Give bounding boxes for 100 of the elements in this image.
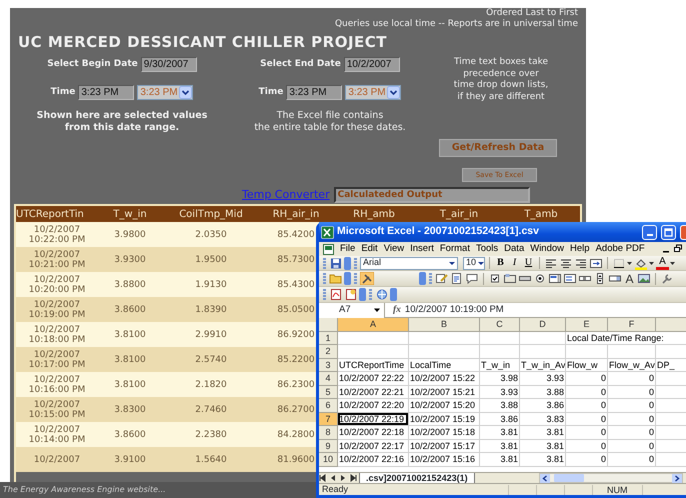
spreadsheet-cell[interactable]: 3.81 <box>520 440 566 453</box>
spreadsheet-cell[interactable]: 3.88 <box>520 386 566 399</box>
date-field[interactable]: 9/30/2007 <box>140 57 197 72</box>
spreadsheet-cell[interactable]: 10/2/2007 22:22 <box>338 372 409 386</box>
spreadsheet-cell[interactable]: 3.93 <box>480 386 520 399</box>
spreadsheet-cell[interactable]: 0 <box>608 453 656 466</box>
spreadsheet-cell[interactable]: 3.81 <box>480 453 520 466</box>
underline-button[interactable]: U <box>522 256 535 270</box>
table-cell: 85.7300 <box>277 254 315 264</box>
row-number[interactable]: 9 <box>319 440 338 453</box>
spreadsheet-cell[interactable]: 3.81 <box>480 440 520 453</box>
spreadsheet-cell[interactable]: 10/2/2007 15:18 <box>409 426 480 440</box>
spreadsheet-cell[interactable]: 3.98 <box>480 372 520 386</box>
spreadsheet-cell[interactable]: UTCReportTime <box>338 358 409 372</box>
date-field[interactable]: 10/2/2007 <box>344 57 400 72</box>
table-cell: 86.2700 <box>277 404 315 414</box>
spreadsheet-cell[interactable]: 3.81 <box>520 426 566 440</box>
spreadsheet-cell[interactable]: 10/2/2007 22:19 <box>338 412 409 426</box>
menu-item[interactable]: Adobe PDF <box>596 242 645 256</box>
spreadsheet-cell[interactable]: 10/2/2007 22:18 <box>338 426 409 440</box>
column-header[interactable]: F <box>608 318 656 332</box>
row-number[interactable]: 6 <box>319 399 338 412</box>
spreadsheet-cell[interactable]: 10/2/2007 15:19 <box>409 412 480 426</box>
spreadsheet-cell[interactable]: 0 <box>566 386 608 399</box>
sheet-tab[interactable]: .csv]20071002152423(1) <box>359 472 475 484</box>
spreadsheet-cell[interactable]: LocalTime <box>409 358 480 372</box>
spreadsheet-cell[interactable]: 0 <box>566 372 608 386</box>
spreadsheet-cell[interactable]: 0 <box>566 453 608 466</box>
bold-button[interactable]: B <box>494 256 507 270</box>
spreadsheet-cell[interactable]: 0 <box>608 412 656 426</box>
spreadsheet-cell[interactable]: 3.86 <box>480 412 520 426</box>
menu-item[interactable]: Insert <box>410 242 434 256</box>
italic-button[interactable]: I <box>508 256 521 270</box>
spreadsheet-cell[interactable]: 10/2/2007 22:20 <box>338 399 409 412</box>
label-tool-button[interactable]: A <box>623 272 636 285</box>
row-number[interactable]: 4 <box>319 372 338 386</box>
spreadsheet-cell[interactable]: 10/2/2007 15:16 <box>409 453 480 466</box>
row-number[interactable]: 2 <box>319 345 338 358</box>
spreadsheet-cell[interactable]: 3.83 <box>520 412 566 426</box>
spreadsheet-cell[interactable]: 0 <box>608 399 656 412</box>
spreadsheet-cell[interactable]: 0 <box>608 426 656 440</box>
row-number[interactable]: 3 <box>319 358 338 372</box>
spreadsheet-cell[interactable]: 10/2/2007 15:20 <box>409 399 480 412</box>
row-number[interactable]: 1 <box>319 332 338 345</box>
column-header[interactable]: B <box>409 318 480 332</box>
spreadsheet-cell[interactable]: 0 <box>566 426 608 440</box>
spreadsheet-cell[interactable]: 0 <box>566 440 608 453</box>
table-cell: 3.9300 <box>114 254 146 264</box>
spreadsheet-cell[interactable]: Local Date/Time Range: <box>566 332 686 345</box>
row-number[interactable]: 7 <box>319 412 338 426</box>
column-header[interactable]: C <box>480 318 520 332</box>
spreadsheet-cell[interactable]: 0 <box>608 386 656 399</box>
row-number[interactable]: 10 <box>319 453 338 466</box>
table-cell: 10/2/2007 10:21:00 PM <box>28 250 86 270</box>
spreadsheet-cell[interactable]: 10/2/2007 22:17 <box>338 440 409 453</box>
spreadsheet-cell[interactable]: 3.93 <box>520 372 566 386</box>
table-cell: 2.1820 <box>195 380 227 390</box>
column-header[interactable]: A <box>338 318 409 332</box>
spreadsheet-cell[interactable]: 3.81 <box>520 453 566 466</box>
spreadsheet-cell[interactable]: 10/2/2007 22:21 <box>338 386 409 399</box>
spreadsheet-cell[interactable]: 0 <box>608 440 656 453</box>
table-cell: 2.0350 <box>195 230 227 240</box>
menu-item[interactable]: Edit <box>361 242 378 256</box>
formula-field[interactable]: 10/2/2007 10:19:00 PM <box>404 302 504 318</box>
menu-item[interactable]: Format <box>440 242 470 256</box>
menu-item[interactable]: Window <box>530 242 564 256</box>
column-header[interactable]: E <box>566 318 608 332</box>
spreadsheet-cell[interactable]: 10/2/2007 22:16 <box>338 453 409 466</box>
time-field[interactable]: 3:23 PM <box>286 85 342 100</box>
spreadsheet-cell[interactable]: T_w_in <box>480 358 520 372</box>
spreadsheet-cell[interactable]: 0 <box>566 399 608 412</box>
spreadsheet-cell[interactable]: Flow_w_Av <box>608 358 656 372</box>
spreadsheet-cell[interactable]: 10/2/2007 15:17 <box>409 440 480 453</box>
time-field[interactable]: 3:23 PM <box>78 85 134 100</box>
table-cell: 3.8100 <box>114 354 146 364</box>
sort-note: Ordered Last to First <box>486 8 578 19</box>
menu-item[interactable]: Tools <box>476 242 498 256</box>
menu-item[interactable]: View <box>384 242 404 256</box>
menu-item[interactable]: File <box>340 242 356 256</box>
font-size-field[interactable]: 10 <box>463 256 485 270</box>
spreadsheet-cell[interactable]: T_w_in_Av <box>520 358 566 372</box>
spreadsheet-cell[interactable]: 0 <box>566 412 608 426</box>
spreadsheet-cell[interactable]: DP_ <box>656 358 686 372</box>
spreadsheet-cell[interactable]: 3.81 <box>480 426 520 440</box>
spreadsheet-cell[interactable]: Flow_w <box>566 358 608 372</box>
table-cell: 84.2800 <box>277 430 315 440</box>
spreadsheet-cell[interactable]: 3.88 <box>480 399 520 412</box>
spreadsheet-cell[interactable]: 10/2/2007 15:21 <box>409 386 480 399</box>
menu-item[interactable]: Data <box>504 242 524 256</box>
spreadsheet-cell[interactable]: 3.86 <box>520 399 566 412</box>
font-field[interactable]: Arial <box>360 256 458 270</box>
menu-item[interactable]: Help <box>570 242 590 256</box>
table-cell: 10/2/2007 10:16:00 PM <box>28 374 86 394</box>
row-number[interactable]: 5 <box>319 386 338 399</box>
spreadsheet-cell[interactable]: 10/2/2007 15:22 <box>409 372 480 386</box>
table-cell: 10/2/2007 10:22:00 PM <box>28 224 86 244</box>
column-header[interactable]: D <box>520 318 566 332</box>
spreadsheet-cell[interactable]: 0 <box>608 372 656 386</box>
name-box[interactable]: A7 <box>319 302 385 318</box>
row-number[interactable]: 8 <box>319 426 338 440</box>
